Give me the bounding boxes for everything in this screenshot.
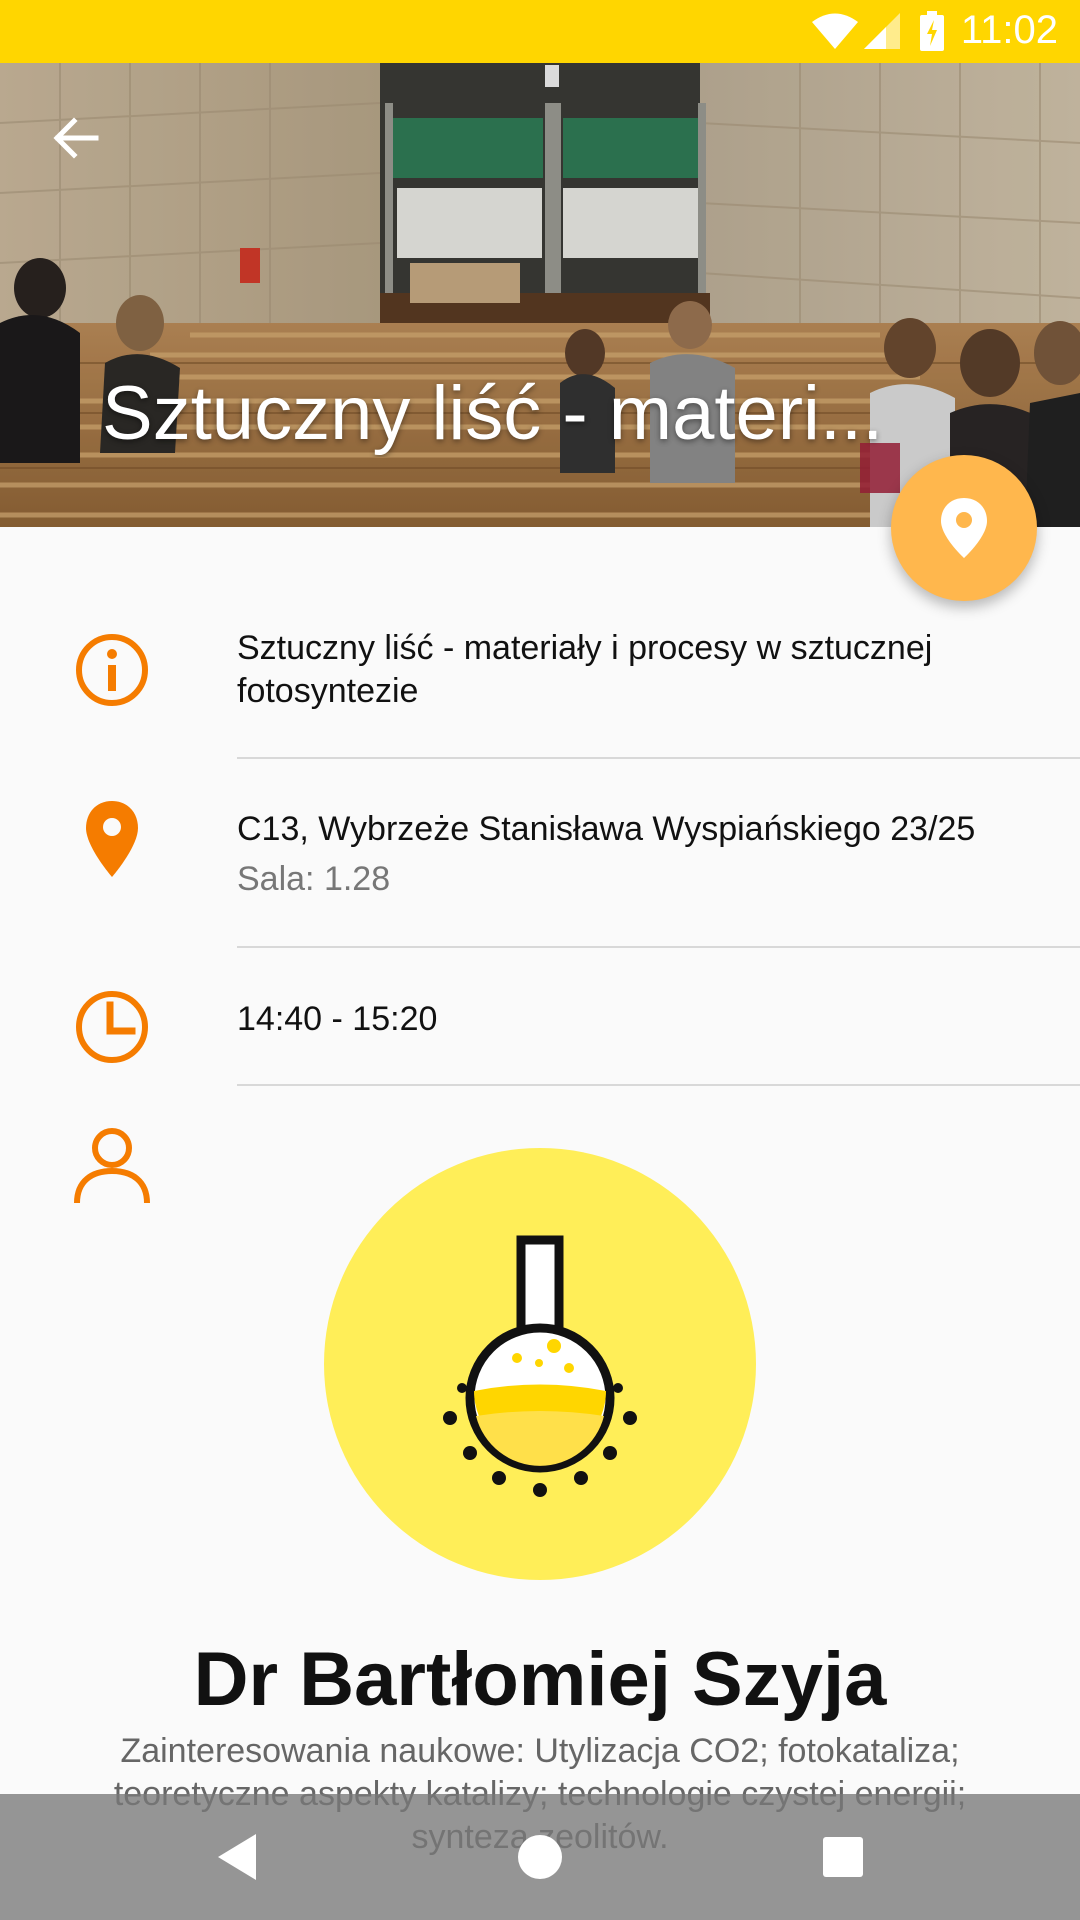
speaker-name: Dr Bartłomiej Szyja bbox=[193, 1637, 887, 1722]
divider bbox=[237, 757, 1080, 759]
arrow-left-icon bbox=[53, 117, 99, 159]
location-block: C13, Wybrzeże Stanisława Wyspiańskiego 2… bbox=[237, 808, 1047, 901]
wifi-icon bbox=[812, 13, 858, 49]
nav-back-icon[interactable] bbox=[206, 1824, 272, 1890]
status-bar: 11:02 bbox=[0, 0, 1080, 63]
header: Sztuczny liść - materi... bbox=[0, 63, 1080, 527]
clock-text: 11:02 bbox=[960, 8, 1058, 52]
event-time: 14:40 - 15:20 bbox=[237, 1000, 438, 1038]
person-icon bbox=[74, 1128, 150, 1203]
location-address: C13, Wybrzeże Stanisława Wyspiańskiego 2… bbox=[237, 810, 976, 848]
divider bbox=[237, 946, 1080, 948]
divider bbox=[237, 1084, 1080, 1086]
lecture-hall-photo bbox=[0, 63, 1080, 527]
speaker-avatar bbox=[324, 1148, 756, 1580]
battery-icon bbox=[920, 11, 944, 51]
clock-icon bbox=[76, 991, 148, 1063]
event-description: Sztuczny liść - materiały i procesy w sz… bbox=[237, 629, 933, 710]
nav-recents-icon[interactable] bbox=[810, 1824, 876, 1890]
back-button[interactable] bbox=[40, 103, 110, 173]
signal-icon bbox=[864, 13, 900, 49]
flask-icon bbox=[443, 1235, 637, 1497]
info-icon bbox=[76, 634, 148, 706]
header-title: Sztuczny liść - materi... bbox=[102, 371, 884, 456]
location-room: Sala: 1.28 bbox=[237, 860, 391, 898]
map-fab-button[interactable] bbox=[891, 455, 1037, 601]
system-nav-bar bbox=[0, 1794, 1080, 1920]
nav-home-icon[interactable] bbox=[507, 1824, 573, 1890]
location-pin-icon bbox=[86, 801, 138, 877]
map-pin-icon bbox=[941, 498, 987, 558]
